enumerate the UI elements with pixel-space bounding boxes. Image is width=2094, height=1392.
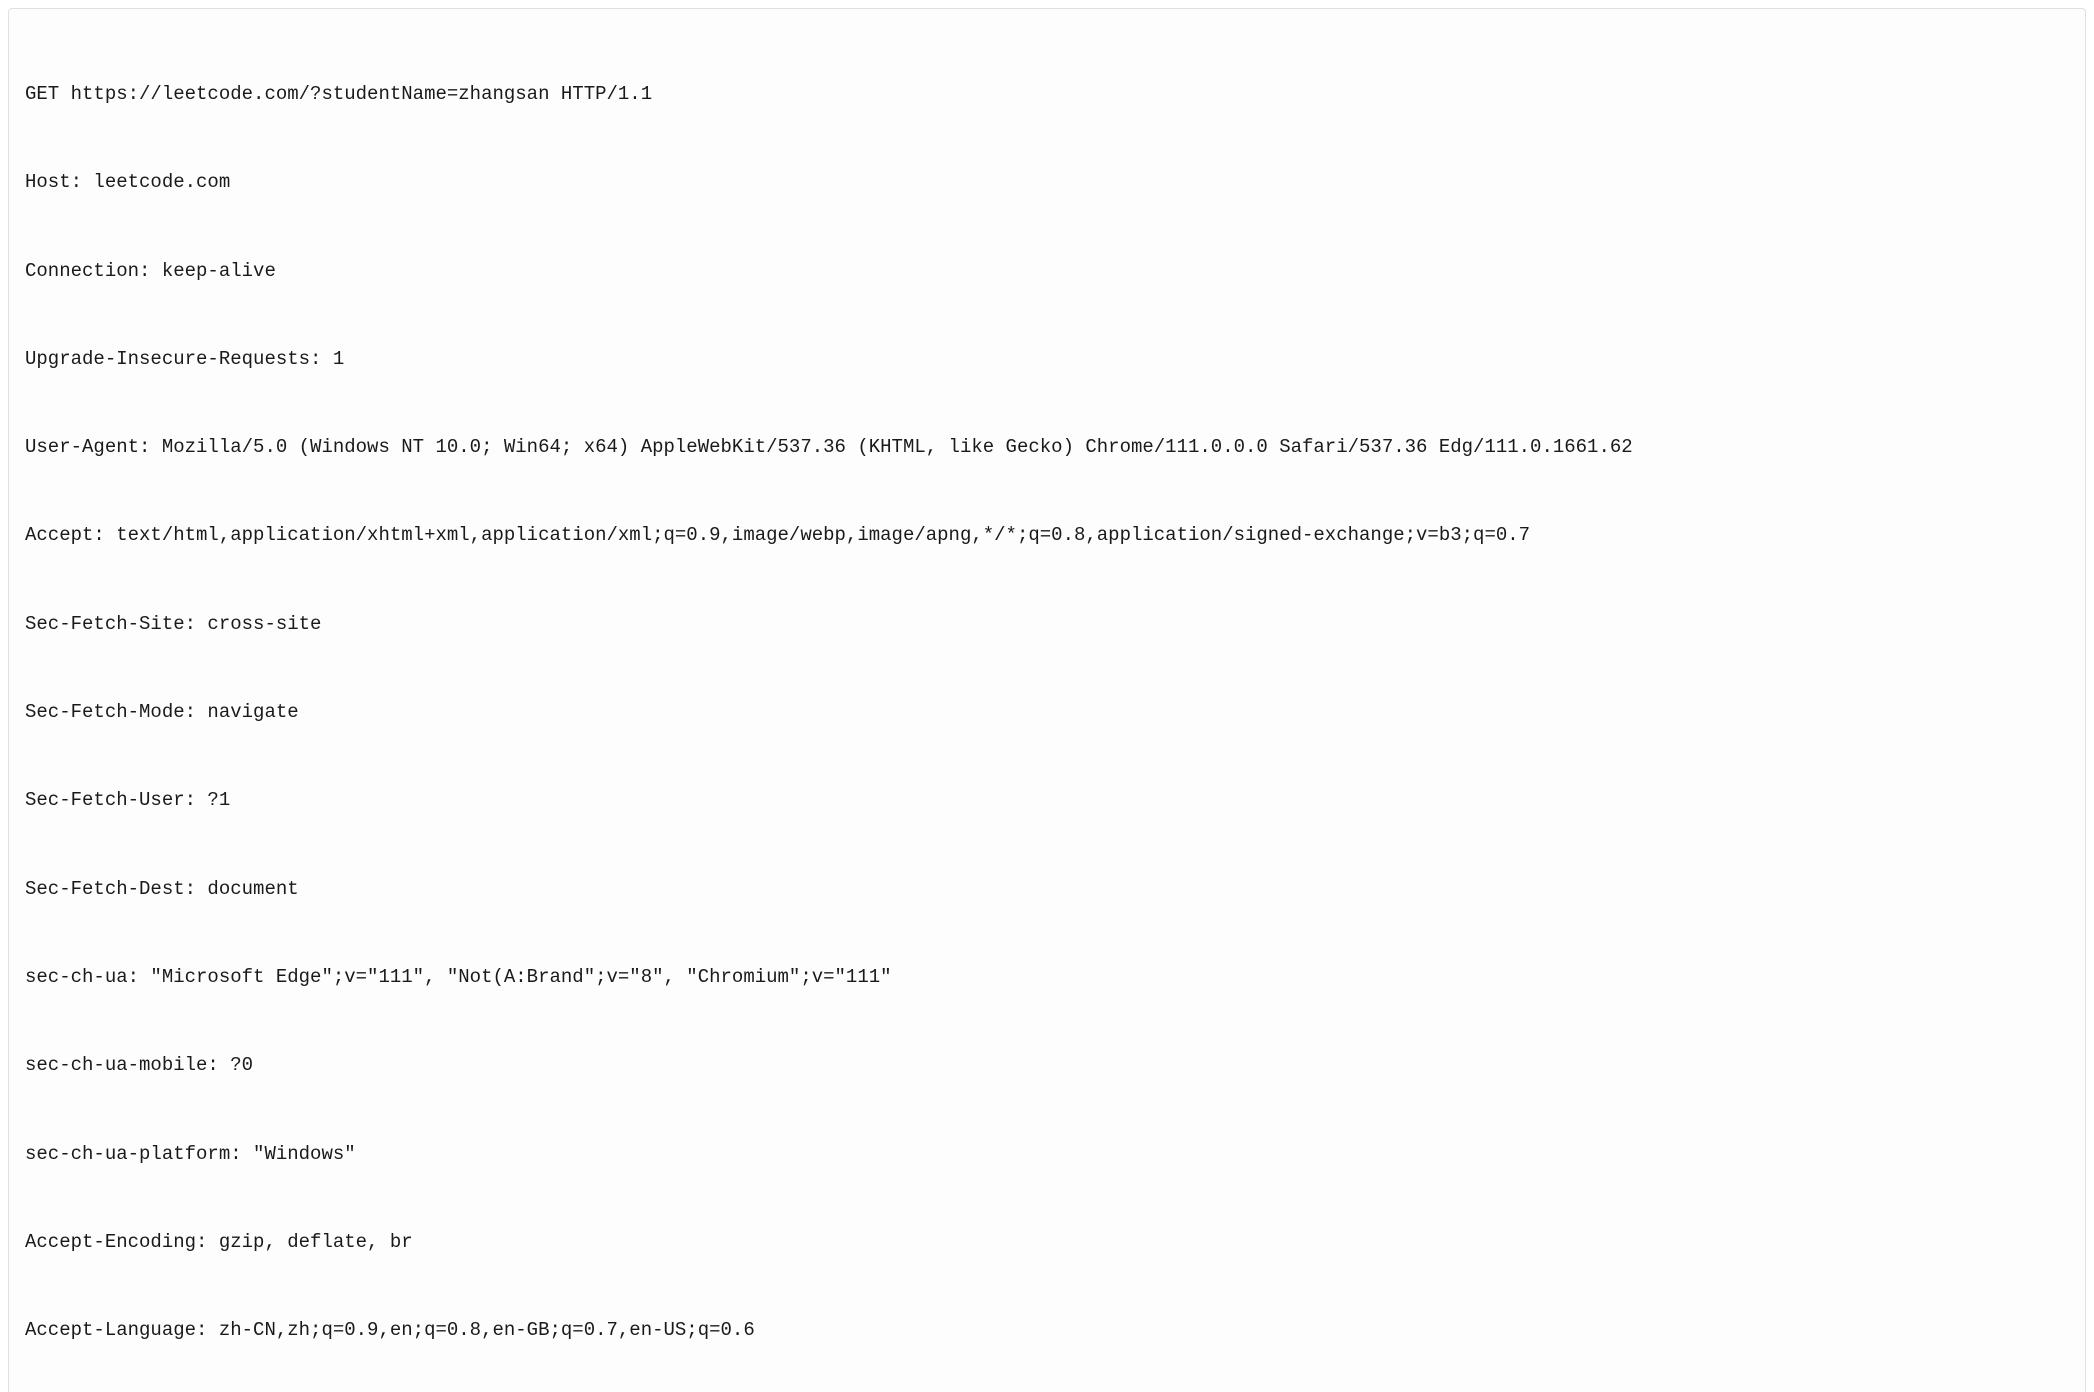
http-request-code-block: GET https://leetcode.com/?studentName=zh… <box>8 8 2086 1392</box>
code-line: Host: leetcode.com <box>25 168 2069 197</box>
code-line: sec-ch-ua-platform: "Windows" <box>25 1140 2069 1169</box>
code-line: Accept: text/html,application/xhtml+xml,… <box>25 521 2069 550</box>
code-line: Sec-Fetch-User: ?1 <box>25 786 2069 815</box>
code-line: GET https://leetcode.com/?studentName=zh… <box>25 80 2069 109</box>
code-line: Accept-Encoding: gzip, deflate, br <box>25 1228 2069 1257</box>
code-line: Sec-Fetch-Dest: document <box>25 875 2069 904</box>
code-line: sec-ch-ua: "Microsoft Edge";v="111", "No… <box>25 963 2069 992</box>
code-line: sec-ch-ua-mobile: ?0 <box>25 1051 2069 1080</box>
code-line: User-Agent: Mozilla/5.0 (Windows NT 10.0… <box>25 433 2069 462</box>
code-line: Connection: keep-alive <box>25 257 2069 286</box>
code-line: Sec-Fetch-Mode: navigate <box>25 698 2069 727</box>
code-line: Sec-Fetch-Site: cross-site <box>25 610 2069 639</box>
code-line: Accept-Language: zh-CN,zh;q=0.9,en;q=0.8… <box>25 1316 2069 1345</box>
code-line: Upgrade-Insecure-Requests: 1 <box>25 345 2069 374</box>
